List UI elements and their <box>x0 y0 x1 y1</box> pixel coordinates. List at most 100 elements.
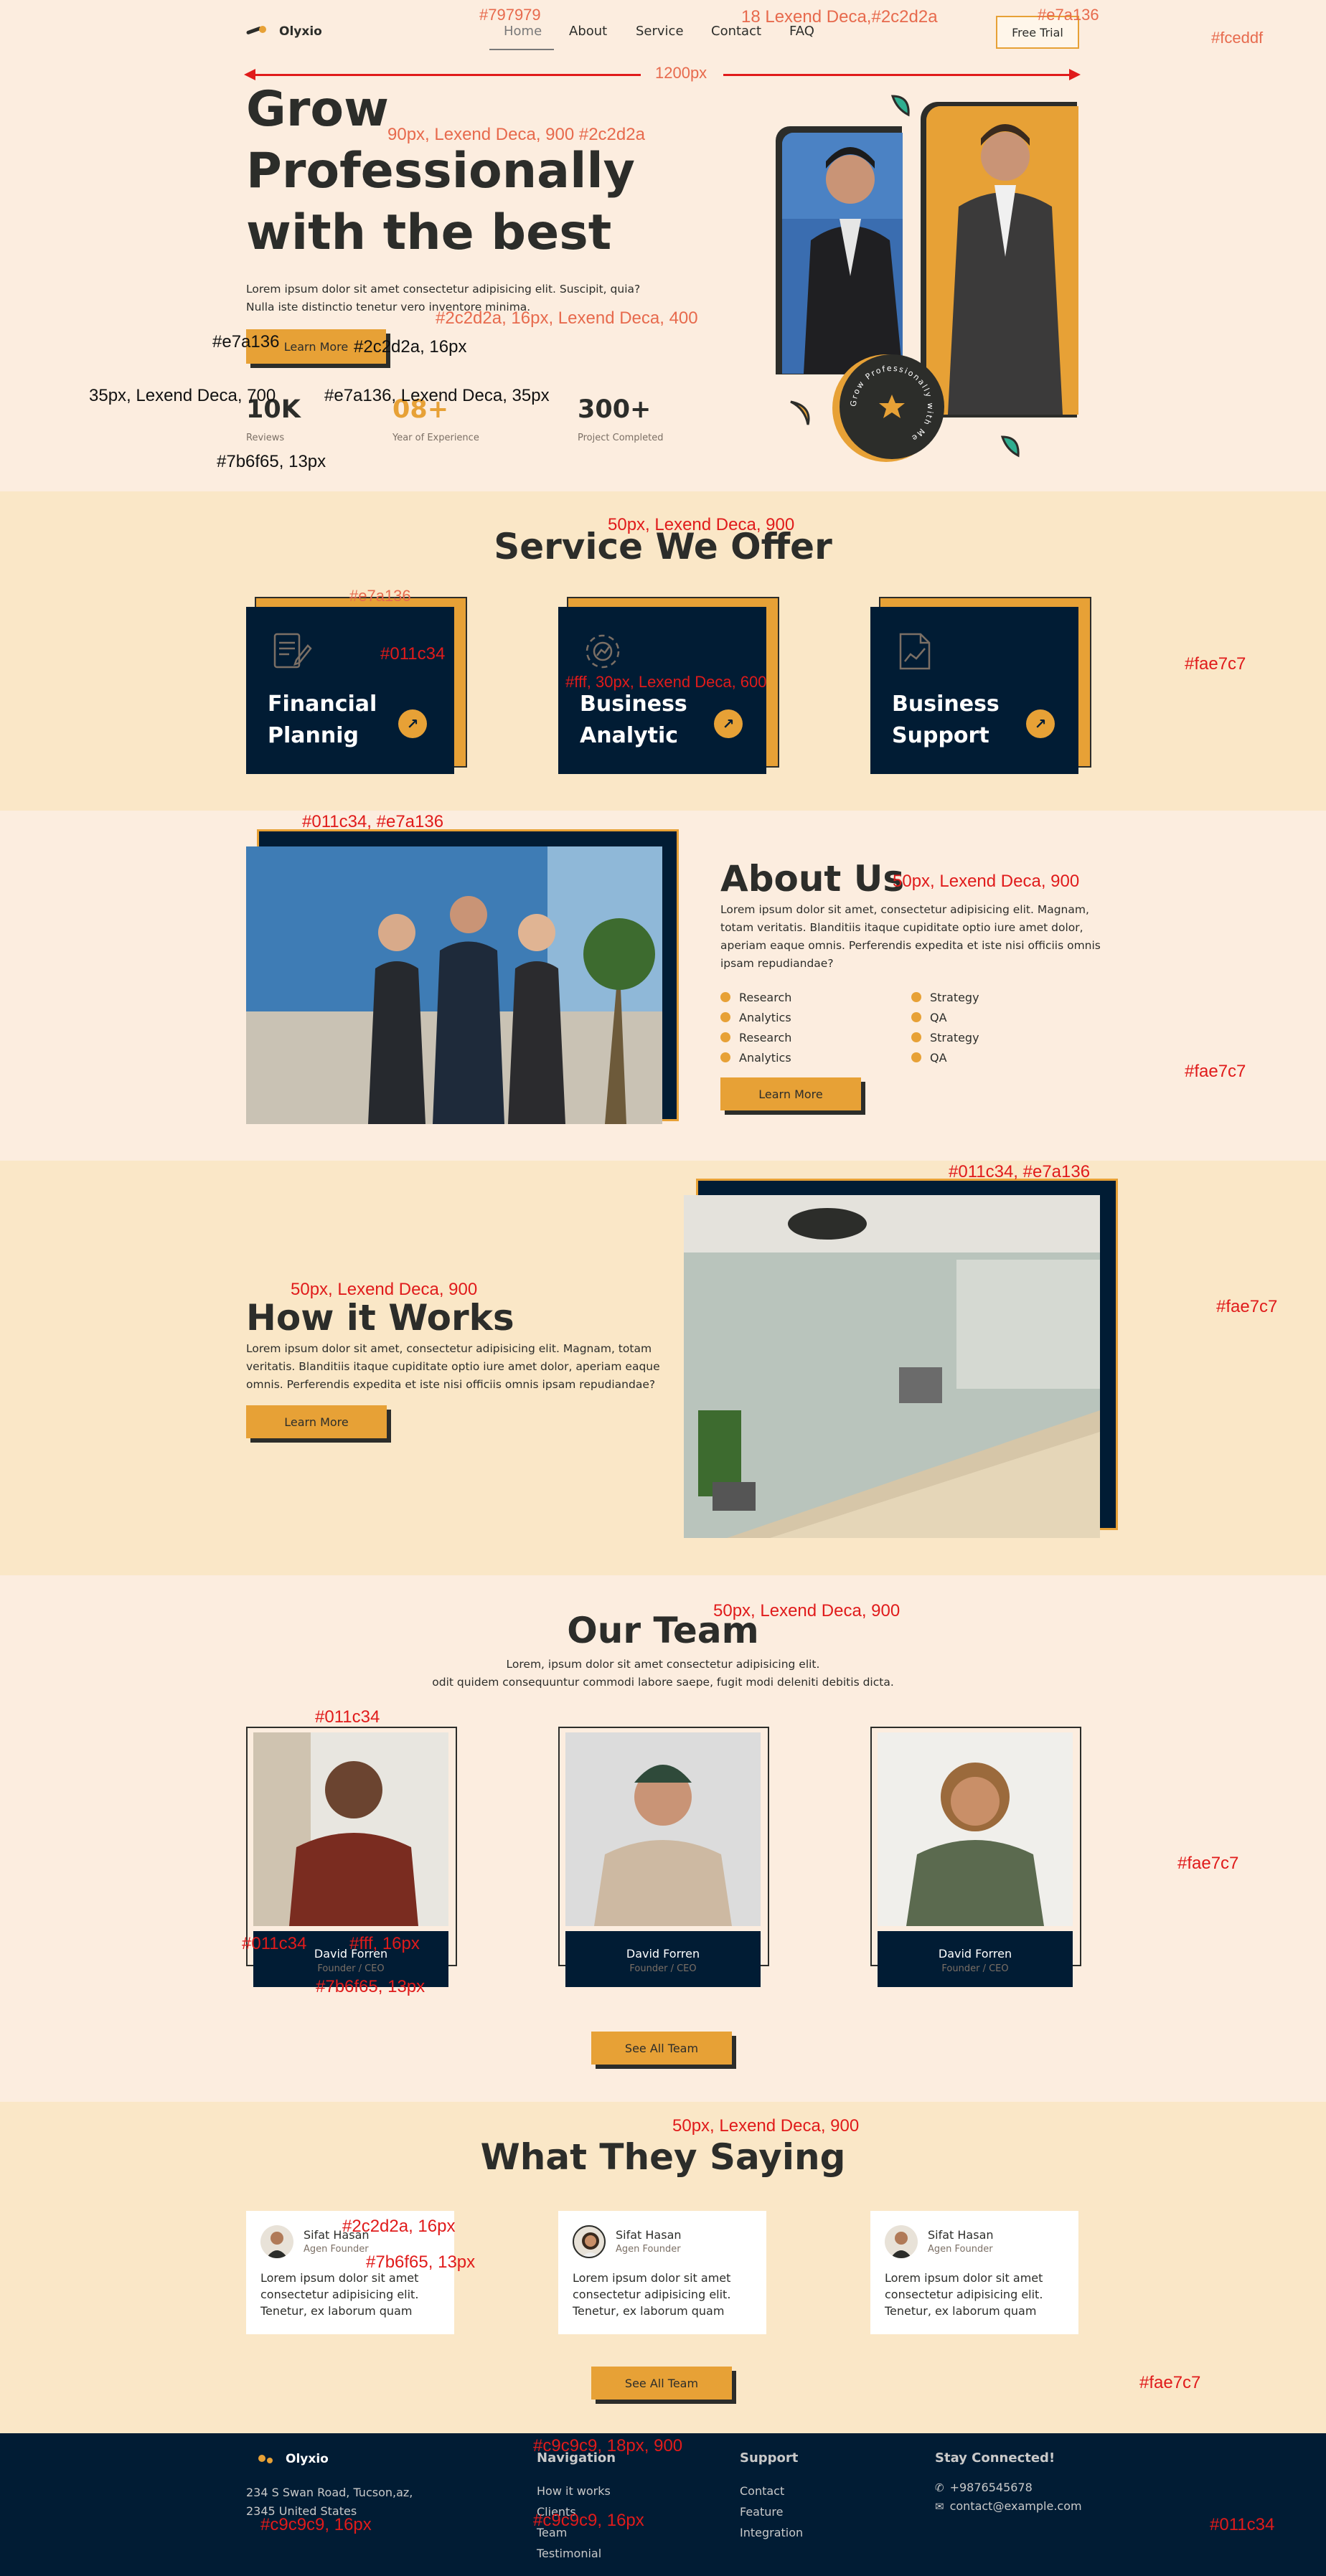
bullet-dot-icon <box>720 1012 730 1022</box>
phone-icon: ✆ <box>935 2481 944 2494</box>
testimonial-name: Sifat Hasan <box>928 2228 994 2242</box>
annotation: 50px, Lexend Deca, 900 <box>893 872 1080 891</box>
annotation: #e7a136 <box>1038 6 1099 24</box>
testimonial-role: Agen Founder <box>616 2244 681 2255</box>
bullet-label: QA <box>930 1010 947 1024</box>
footer-brand: Olyxio <box>286 2452 329 2466</box>
hero-photo-right <box>926 106 1078 415</box>
stat-label: Year of Experience <box>392 433 479 443</box>
service-title: Business Support <box>892 689 1000 752</box>
annotation: #7b6f65, 13px <box>366 2252 476 2272</box>
logo[interactable]: Olyxio <box>245 24 322 39</box>
footer-logo[interactable]: Olyxio <box>258 2452 329 2466</box>
chart-document-icon <box>899 633 931 670</box>
footer-link-feature[interactable]: Feature <box>740 2501 803 2522</box>
annotation: #fae7c7 <box>1185 1062 1246 1081</box>
testimonial-role: Agen Founder <box>304 2244 369 2255</box>
member-name: David Forren <box>938 1947 1012 1961</box>
width-arrow-line-right <box>723 74 1075 76</box>
leaf-deco-icon-bottom <box>1000 435 1020 458</box>
annotation: 50px, Lexend Deca, 900 <box>713 1601 901 1620</box>
bullet-item: Analytics <box>720 1007 791 1027</box>
bullet-item: Analytics <box>720 1047 791 1067</box>
service-title: Business Analytic <box>580 689 687 752</box>
about-bullets-right: Strategy QA Strategy QA <box>911 987 979 1067</box>
nav-about[interactable]: About <box>569 24 607 39</box>
about-desc-line: totam veritatis. Blanditiis itaque cupid… <box>720 921 1083 934</box>
annotation: 18 Lexend Deca,#2c2d2a <box>741 7 938 27</box>
bullet-label: Research <box>739 1030 792 1044</box>
how-learn-more-button[interactable]: Learn More <box>246 1405 387 1438</box>
arrow-up-right-icon[interactable]: ↗ <box>714 709 743 738</box>
bullet-item: QA <box>911 1007 979 1027</box>
annotation: #7b6f65, 13px <box>217 452 326 471</box>
nav-service[interactable]: Service <box>636 24 684 39</box>
testimonial-line: Tenetur, ex laborum quam <box>885 2304 1037 2318</box>
address-line: 234 S Swan Road, Tucson,az, <box>246 2486 413 2499</box>
badge-circular-text: Grow Professionally with Me <box>849 364 934 443</box>
hero-title-line-2: Professionally <box>246 143 636 199</box>
annotation: #c9c9c9, 18px, 900 <box>533 2436 683 2455</box>
avatar <box>885 2225 918 2258</box>
annotation: #011c34, #e7a136 <box>949 1162 1091 1181</box>
member-photo-illustration <box>565 1732 761 1926</box>
testimonial-name: Sifat Hasan <box>616 2228 682 2242</box>
bullet-dot-icon <box>911 992 921 1002</box>
about-desc-line: Lorem ipsum dolor sit amet, consectetur … <box>720 903 1089 916</box>
testimonial-line: Tenetur, ex laborum quam <box>573 2304 725 2318</box>
testimonial-text: Lorem ipsum dolor sit amet consectetur a… <box>260 2270 418 2319</box>
annotation: #011c34 <box>380 644 446 664</box>
bullet-item: Research <box>720 987 791 1007</box>
annotation: #fae7c7 <box>1216 1297 1278 1316</box>
testimonial-card: Sifat Hasan Agen Founder Lorem ipsum dol… <box>558 2211 766 2334</box>
see-all-testimonials-button[interactable]: See All Team <box>591 2367 732 2400</box>
about-learn-more-button[interactable]: Learn More <box>720 1077 861 1110</box>
team-title: Our Team <box>567 1610 759 1651</box>
footer-link-testimonial[interactable]: Testimonial <box>537 2543 611 2564</box>
team-photo-illustration <box>246 846 662 1124</box>
annotation: 50px, Lexend Deca, 900 <box>672 2116 860 2136</box>
service-card-financial[interactable]: Financial Plannig ↗ <box>246 607 454 774</box>
hero-title-line-3: with the best <box>246 204 612 261</box>
stat-label: Project Completed <box>578 433 664 443</box>
team-photo <box>253 1732 448 1926</box>
testimonials-section: What They Saying Sifat Hasan Agen Founde… <box>0 2102 1326 2433</box>
nav-home[interactable]: Home <box>504 24 542 39</box>
stat-projects: 300+ Project Completed <box>578 395 664 443</box>
annotation: #797979 <box>479 6 541 24</box>
footer-phone[interactable]: ✆ +9876545678 <box>935 2481 1033 2494</box>
bullet-dot-icon <box>720 1032 730 1042</box>
bullet-label: Analytics <box>739 1050 791 1065</box>
about-image <box>246 846 662 1124</box>
footer-link-contact[interactable]: Contact <box>740 2481 803 2501</box>
how-desc-line: Lorem ipsum dolor sit amet, consectetur … <box>246 1342 652 1355</box>
star-icon <box>879 395 905 418</box>
hero-badge: Grow Professionally with Me <box>840 354 944 459</box>
annotation: #e7a136, Lexend Deca, 35px <box>324 386 550 405</box>
footer-link-integration[interactable]: Integration <box>740 2522 803 2543</box>
annotation: #e7a136 <box>349 587 411 605</box>
arrow-up-right-icon[interactable]: ↗ <box>1026 709 1055 738</box>
service-title-line-1: Financial <box>268 692 377 717</box>
bullet-label: Analytics <box>739 1010 791 1024</box>
testimonial-role: Agen Founder <box>928 2244 993 2255</box>
width-label: 1200px <box>655 64 707 82</box>
avatar <box>573 2225 606 2258</box>
arrow-up-right-icon[interactable]: ↗ <box>398 709 427 738</box>
team-member-plate: David Forren Founder / CEO <box>565 1931 761 1987</box>
see-all-team-button[interactable]: See All Team <box>591 2032 732 2065</box>
moon-deco-icon <box>790 400 810 425</box>
testimonial-line: Tenetur, ex laborum quam <box>260 2304 413 2318</box>
testimonial-card: Sifat Hasan Agen Founder Lorem ipsum dol… <box>870 2211 1078 2334</box>
service-card-support[interactable]: Business Support ↗ <box>870 607 1078 774</box>
member-photo-illustration <box>878 1732 1073 1926</box>
mail-icon: ✉ <box>935 2499 944 2513</box>
footer-link-how[interactable]: How it works <box>537 2481 611 2501</box>
arrow-right-icon <box>1069 69 1081 80</box>
leaf-deco-icon-top <box>890 95 910 117</box>
bullet-label: QA <box>930 1050 947 1065</box>
footer-email[interactable]: ✉ contact@example.com <box>935 2499 1082 2513</box>
about-title: About Us <box>720 858 905 900</box>
annotation: #fae7c7 <box>1185 654 1246 674</box>
annotation: 90px, Lexend Deca, 900 #2c2d2a <box>387 125 645 144</box>
